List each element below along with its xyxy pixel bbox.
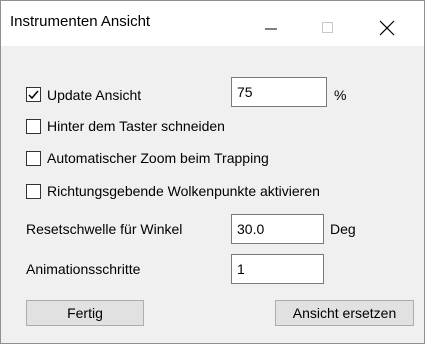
maximize-icon (322, 22, 333, 33)
auto-zoom-checkbox[interactable] (26, 151, 41, 166)
reset-threshold-unit: Deg (330, 221, 356, 237)
window-title: Instrumenten Ansicht (10, 13, 151, 30)
maximize-button (302, 1, 354, 46)
clip-behind-label: Hinter dem Taster schneiden (47, 118, 225, 134)
direction-points-checkbox[interactable] (26, 184, 41, 199)
checkmark-icon (28, 90, 39, 100)
animation-steps-input[interactable] (231, 254, 324, 284)
done-button[interactable]: Fertig (26, 300, 144, 326)
dialog-window: Instrumenten Ansicht Update Ansicht % Hi… (0, 0, 425, 344)
close-icon (379, 20, 395, 36)
clip-behind-checkbox[interactable] (26, 119, 41, 134)
minimize-icon (265, 28, 277, 30)
reset-threshold-label: Resetschwelle für Winkel (26, 221, 183, 237)
direction-points-label: Richtungsgebende Wolkenpunkte aktivieren (47, 183, 320, 199)
auto-zoom-label: Automatischer Zoom beim Trapping (47, 150, 269, 166)
close-button[interactable] (360, 1, 412, 46)
minimize-button[interactable] (244, 1, 296, 46)
update-view-checkbox[interactable] (26, 87, 41, 102)
update-view-input[interactable] (231, 77, 327, 107)
replace-view-button[interactable]: Ansicht ersetzen (275, 300, 414, 326)
update-view-unit: % (334, 87, 347, 103)
update-view-label: Update Ansicht (47, 87, 142, 103)
title-bar: Instrumenten Ansicht (1, 1, 424, 46)
reset-threshold-input[interactable] (231, 214, 324, 244)
animation-steps-label: Animationsschritte (26, 261, 141, 277)
